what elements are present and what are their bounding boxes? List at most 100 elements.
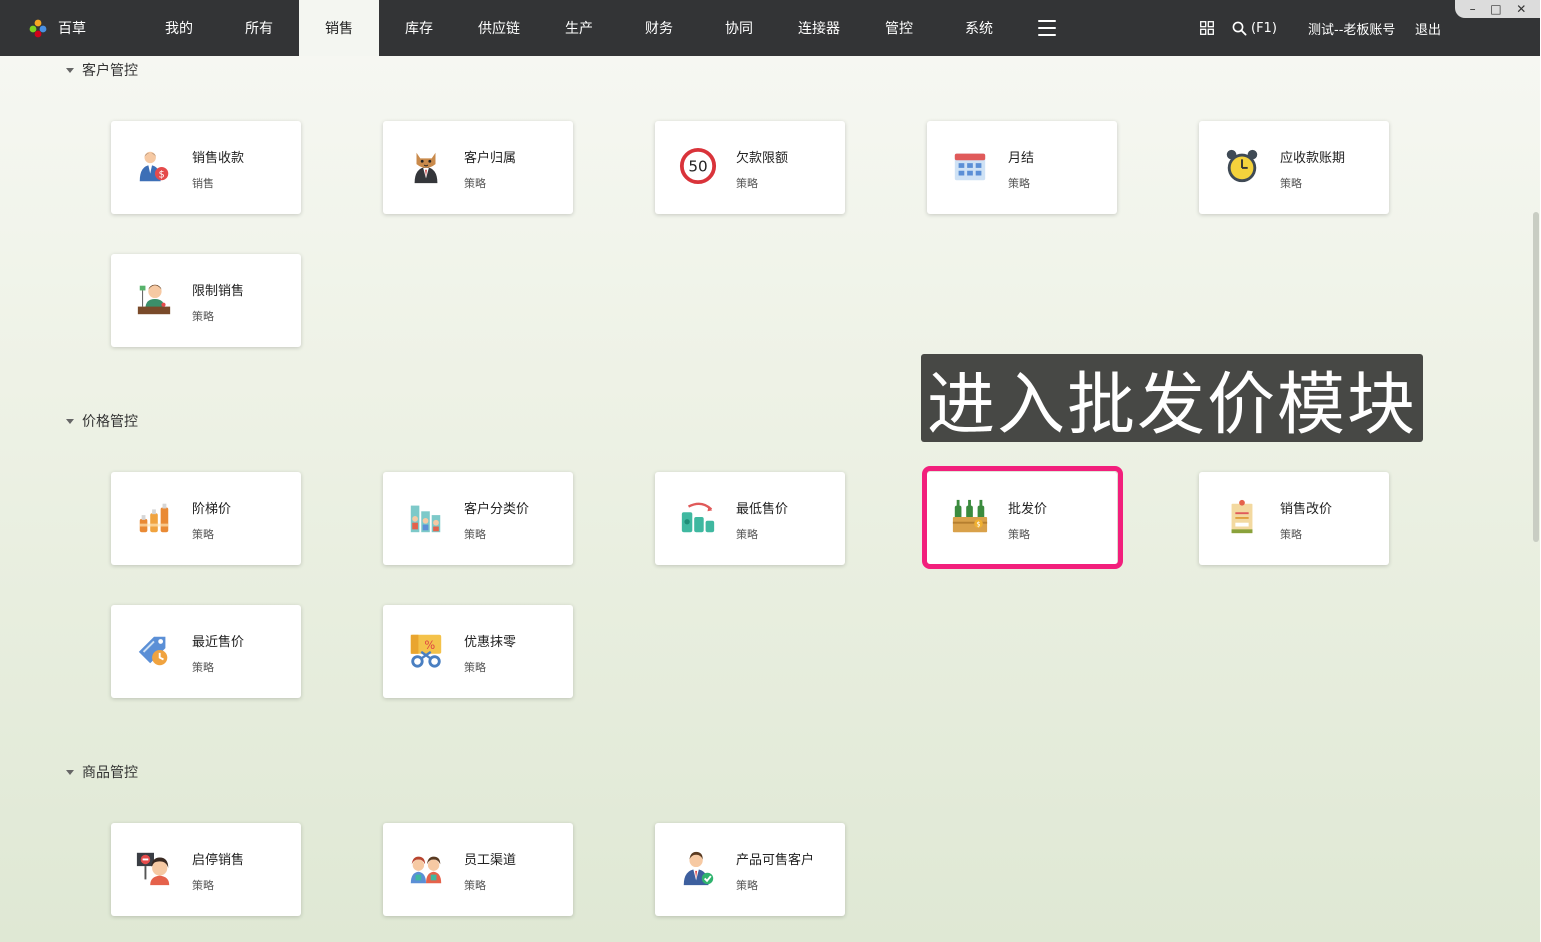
card-subtitle: 策略 (192, 661, 214, 674)
brand[interactable]: 百草 (28, 0, 86, 56)
card-title: 客户分类价 (464, 502, 530, 517)
staff-channel-icon (410, 856, 442, 884)
price-tag-edit-icon (1231, 499, 1253, 534)
card-subtitle: 策略 (464, 528, 486, 541)
section-header-product[interactable]: 商品管控 (66, 762, 138, 782)
nav-item-collaboration[interactable]: 协同 (699, 0, 779, 56)
nav-item-sales[interactable]: 销售 (299, 0, 379, 56)
card-customer-class-price[interactable]: 客户分类价 策略 (383, 472, 573, 565)
caret-down-icon (66, 769, 74, 775)
card-subtitle: 策略 (1008, 177, 1030, 190)
card-title: 启停销售 (192, 853, 245, 868)
section-title: 商品管控 (82, 765, 138, 781)
discount-coupon-icon: % (410, 634, 442, 668)
svg-text:$: $ (159, 169, 165, 180)
card-product-sellable-customer[interactable]: 产品可售客户 策略 (655, 823, 845, 916)
card-sales-collection[interactable]: $ 销售收款 销售 (111, 121, 301, 214)
nav-item-supply-chain[interactable]: 供应链 (459, 0, 539, 56)
apps-grid-icon[interactable] (1200, 21, 1214, 35)
section-title: 客户管控 (82, 63, 138, 79)
card-title: 销售收款 (192, 151, 245, 166)
recent-price-tag-icon (138, 636, 168, 666)
card-monthly-settlement[interactable]: 月结 策略 (927, 121, 1117, 214)
instruction-caption: 进入批发价模块 (921, 354, 1423, 442)
sellable-customer-icon (683, 851, 714, 886)
alarm-clock-icon (1226, 149, 1258, 183)
card-subtitle: 策略 (1280, 528, 1302, 541)
card-title: 月结 (1008, 151, 1035, 166)
speed-limit-50-icon: 50 (679, 147, 717, 185)
card-subtitle: 策略 (192, 528, 214, 541)
tiered-bottles-icon (139, 503, 169, 533)
card-subtitle: 策略 (192, 879, 214, 892)
card-sales-price-change[interactable]: 销售改价 策略 (1199, 472, 1389, 565)
close-button[interactable]: ✕ (1516, 3, 1526, 15)
nav-item-connector[interactable]: 连接器 (779, 0, 859, 56)
card-subtitle: 策略 (736, 177, 758, 190)
card-staff-channel[interactable]: 员工渠道 策略 (383, 823, 573, 916)
card-title: 欠款限额 (736, 151, 789, 166)
main-nav: 我的 所有 销售 库存 供应链 生产 财务 协同 连接器 管控 系统 (139, 0, 1019, 56)
card-title: 最近售价 (192, 635, 245, 650)
nav-item-control[interactable]: 管控 (859, 0, 939, 56)
window-controls: – □ ✕ (1455, 0, 1541, 18)
card-recent-price[interactable]: 最近售价 策略 (111, 605, 301, 698)
calendar-icon (954, 153, 986, 181)
nav-item-inventory[interactable]: 库存 (379, 0, 459, 56)
card-title: 最低售价 (736, 502, 789, 517)
scrollbar-thumb[interactable] (1533, 212, 1539, 542)
nav-item-system[interactable]: 系统 (939, 0, 1019, 56)
card-restricted-sales[interactable]: 限制销售 策略 (111, 254, 301, 347)
logout-button[interactable]: 退出 (1415, 0, 1441, 56)
card-customer-ownership[interactable]: 客户归属 策略 (383, 121, 573, 214)
minimize-button[interactable]: – (1470, 3, 1476, 15)
card-subtitle: 销售 (192, 177, 214, 190)
card-subtitle: 策略 (464, 879, 486, 892)
cat-customer-icon (414, 152, 438, 184)
card-discount-rounding[interactable]: % 优惠抹零 策略 (383, 605, 573, 698)
shop-keeper-icon (137, 284, 171, 315)
section-title: 价格管控 (82, 414, 138, 430)
card-start-stop-sales[interactable]: 启停销售 策略 (111, 823, 301, 916)
card-lowest-price[interactable]: 最低售价 策略 (655, 472, 845, 565)
card-title: 优惠抹零 (464, 635, 517, 650)
card-title: 应收款账期 (1280, 151, 1346, 166)
caret-down-icon (66, 67, 74, 73)
caret-down-icon (66, 418, 74, 424)
lowest-price-icon (681, 502, 715, 533)
salesperson-payment-icon: $ (139, 151, 169, 182)
search-button[interactable]: (F1) (1232, 0, 1277, 56)
card-title: 员工渠道 (464, 853, 517, 868)
card-credit-limit[interactable]: 50 欠款限额 策略 (655, 121, 845, 214)
wholesale-highlight-frame (922, 466, 1123, 569)
card-title: 产品可售客户 (736, 853, 815, 868)
top-bar: 百草 我的 所有 销售 库存 供应链 生产 财务 协同 连接器 管控 系统 (F… (0, 0, 1541, 56)
search-shortcut: (F1) (1251, 20, 1277, 36)
card-subtitle: 策略 (464, 177, 486, 190)
svg-text:50: 50 (688, 158, 707, 176)
card-receivable-term[interactable]: 应收款账期 策略 (1199, 121, 1389, 214)
card-title: 客户归属 (464, 151, 517, 166)
nav-item-finance[interactable]: 财务 (619, 0, 699, 56)
app-name: 百草 (58, 21, 86, 37)
card-title: 限制销售 (192, 284, 245, 299)
search-icon (1232, 21, 1247, 36)
card-subtitle: 策略 (1280, 177, 1302, 190)
svg-text:%: % (424, 638, 435, 652)
account-name[interactable]: 测试--老板账号 (1308, 0, 1395, 56)
section-header-price[interactable]: 价格管控 (66, 411, 138, 431)
card-title: 销售改价 (1280, 502, 1333, 517)
stop-sign-person-icon (136, 852, 170, 886)
card-tiered-price[interactable]: 阶梯价 策略 (111, 472, 301, 565)
card-title: 阶梯价 (192, 502, 232, 517)
app-logo-icon (29, 19, 47, 38)
card-subtitle: 策略 (192, 310, 214, 323)
nav-item-mine[interactable]: 我的 (139, 0, 219, 56)
card-subtitle: 策略 (464, 661, 486, 674)
maximize-button[interactable]: □ (1490, 3, 1501, 15)
nav-item-all[interactable]: 所有 (219, 0, 299, 56)
nav-item-production[interactable]: 生产 (539, 0, 619, 56)
card-subtitle: 策略 (736, 528, 758, 541)
menu-icon[interactable] (1036, 18, 1058, 38)
section-header-customer[interactable]: 客户管控 (66, 60, 138, 80)
